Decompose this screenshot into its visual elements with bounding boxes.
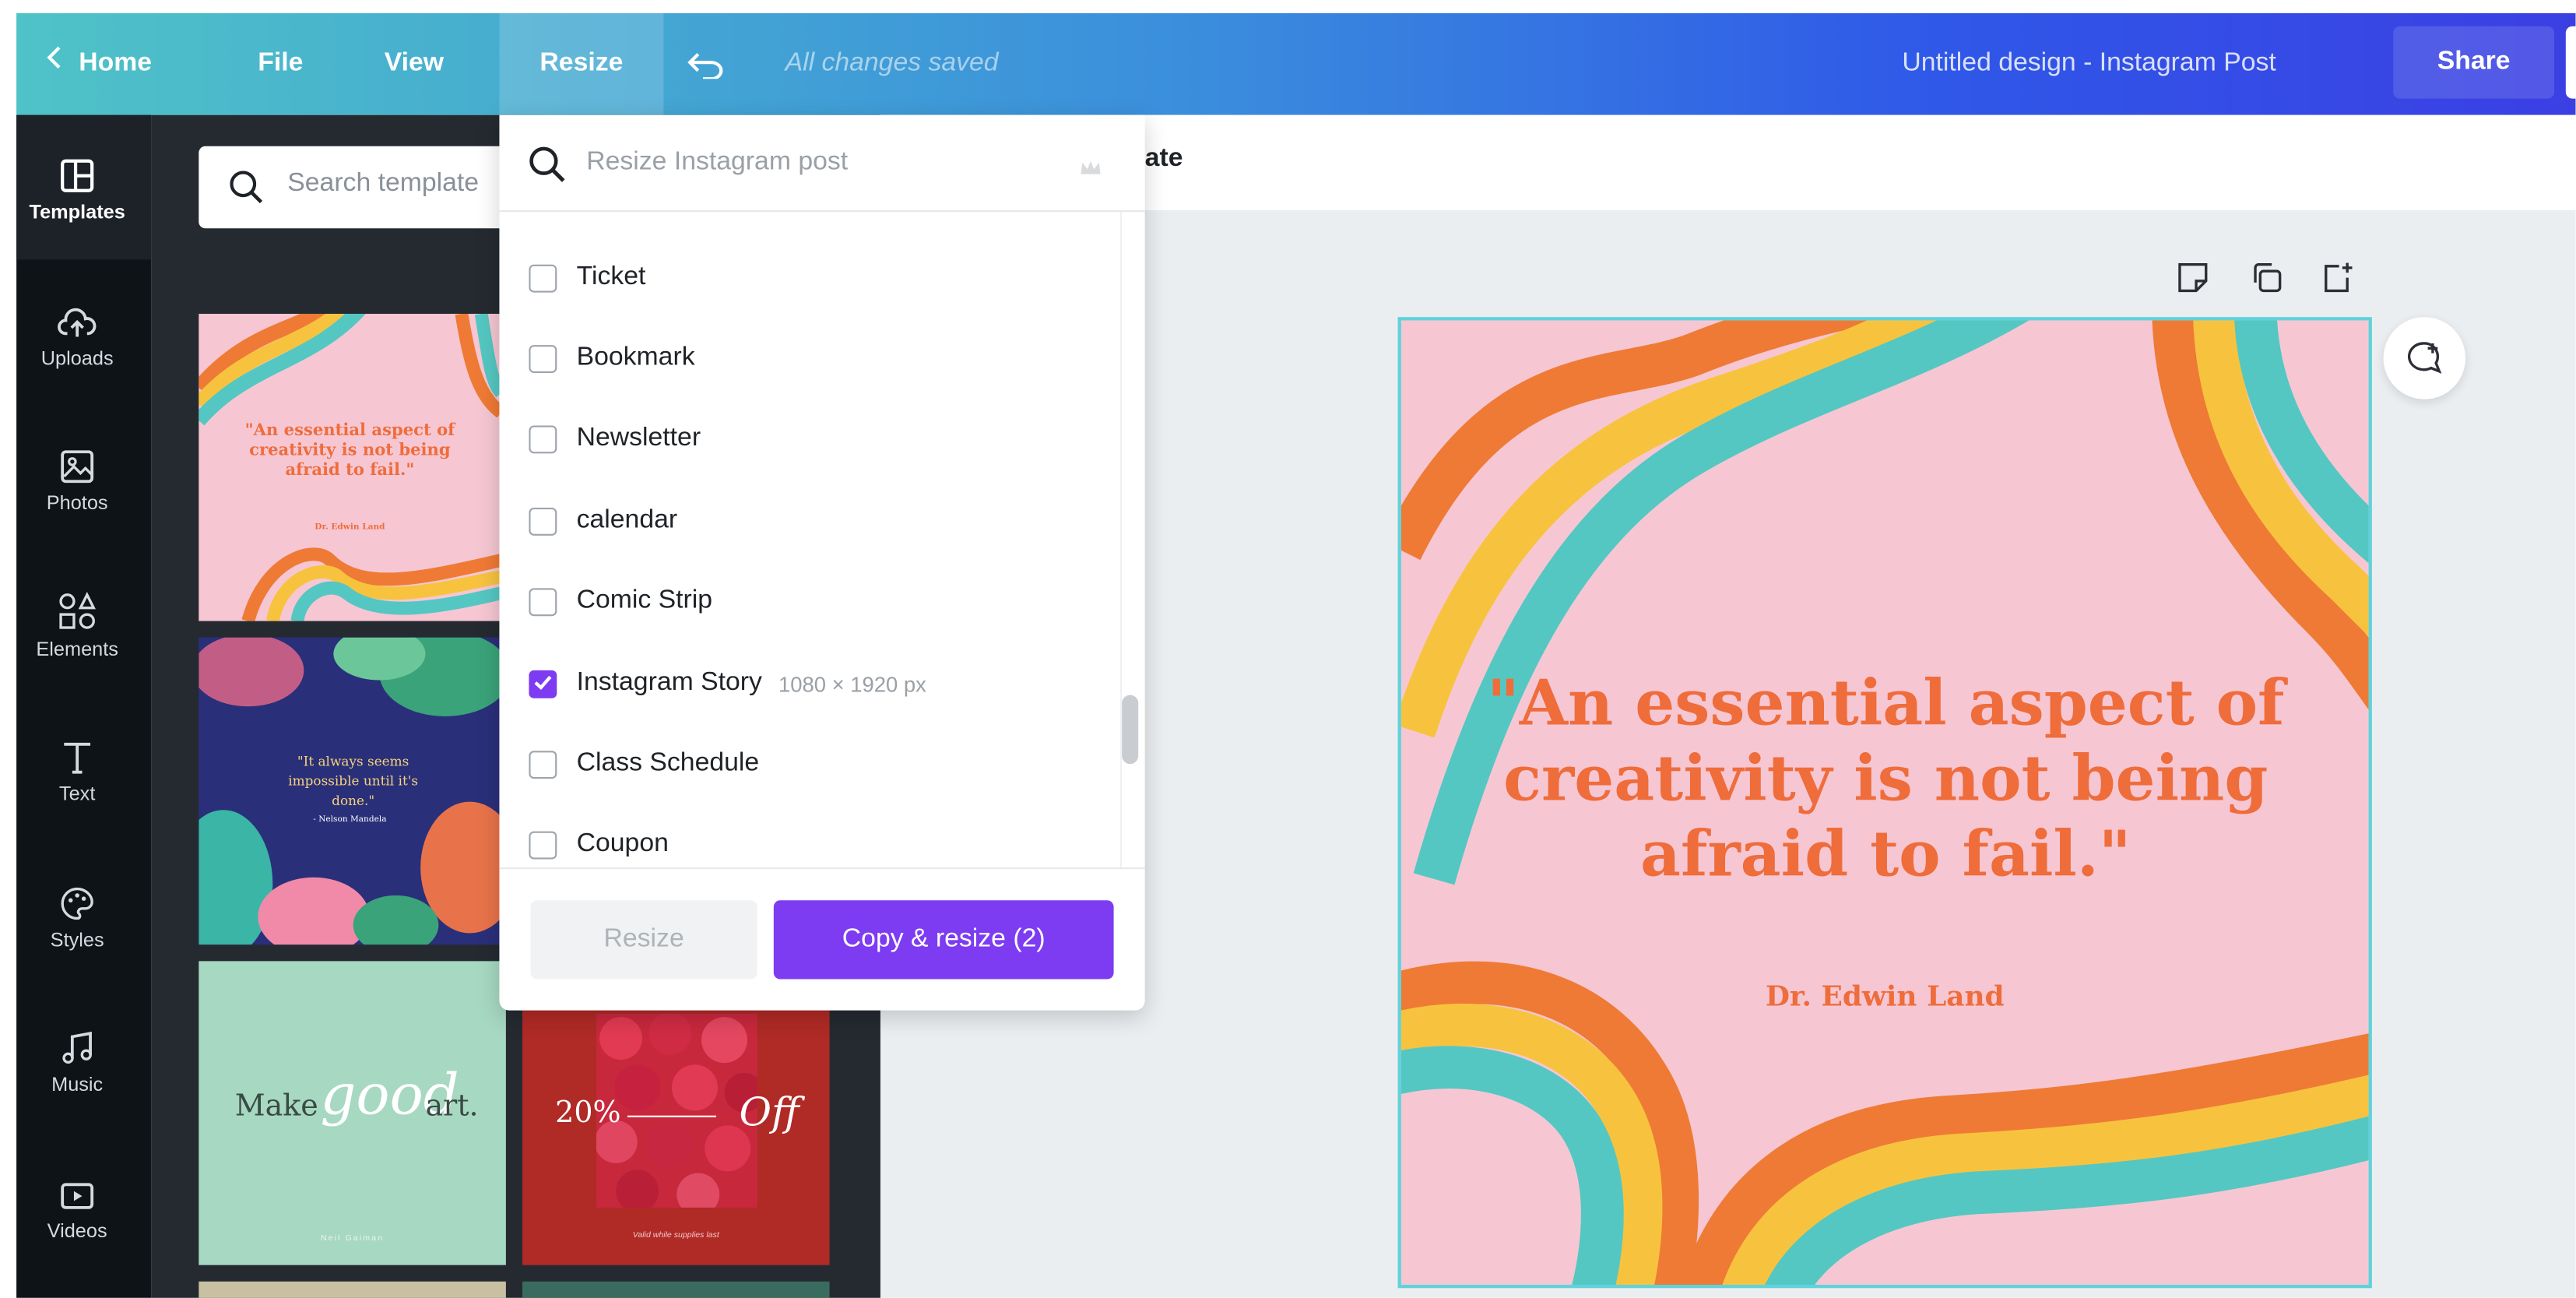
add-page-icon[interactable] xyxy=(2319,259,2355,304)
share-button[interactable]: Share xyxy=(2393,26,2555,99)
rail-label: Uploads xyxy=(40,346,114,370)
checkbox[interactable] xyxy=(529,424,557,453)
rail-music[interactable]: Music xyxy=(16,1017,138,1096)
add-note-icon[interactable] xyxy=(2175,259,2211,304)
thumb-text-right: art. xyxy=(425,1089,479,1124)
design-quote[interactable]: "An essential aspect of creativity is no… xyxy=(1467,666,2304,892)
rail-label: Templates xyxy=(29,200,125,223)
duplicate-page-icon[interactable] xyxy=(2249,259,2285,304)
video-icon xyxy=(16,1163,138,1212)
option-label: calendar xyxy=(576,505,678,534)
option-label: Comic Strip xyxy=(576,586,713,615)
option-label: Ticket xyxy=(576,262,646,291)
undo-icon[interactable] xyxy=(685,49,728,82)
resize-option[interactable]: Coupon xyxy=(529,825,669,864)
checkbox-checked[interactable] xyxy=(529,669,557,698)
checkbox[interactable] xyxy=(529,263,557,292)
thumb-quote: "An essential aspect of creativity is no… xyxy=(244,422,455,480)
rail-label: Elements xyxy=(36,637,118,661)
copy-and-resize-button[interactable]: Copy & resize (2) xyxy=(773,900,1114,980)
rail-label: Music xyxy=(51,1072,104,1096)
search-icon xyxy=(228,169,264,213)
palette-icon xyxy=(16,872,138,921)
thumb-text-left: 20% xyxy=(555,1096,621,1131)
rail-label: Photos xyxy=(46,491,108,515)
option-label: Instagram Story xyxy=(576,668,762,697)
resize-option[interactable]: Comic Strip xyxy=(529,582,712,621)
design-canvas[interactable]: "An essential aspect of creativity is no… xyxy=(1397,317,2372,1289)
home-button[interactable]: Home xyxy=(46,13,152,115)
checkmark-icon xyxy=(533,675,551,691)
crown-icon xyxy=(1079,154,1102,184)
upload-cloud-icon xyxy=(16,290,138,339)
template-thumbnail[interactable] xyxy=(522,1281,830,1298)
template-thumbnail[interactable]: "It always seems impossible until it's d… xyxy=(199,637,501,945)
rail-label: Styles xyxy=(50,928,104,952)
resize-button[interactable]: Resize xyxy=(530,900,757,980)
add-comment-button[interactable] xyxy=(2383,317,2466,399)
resize-option[interactable]: Instagram Story 1080 × 1920 px xyxy=(529,663,926,703)
rail-photos[interactable]: Photos xyxy=(16,435,138,514)
save-status: All changes saved xyxy=(785,49,999,78)
resize-option[interactable]: calendar xyxy=(529,501,677,541)
thumb-author: - Nelson Mandela xyxy=(313,814,387,825)
chevron-left-icon xyxy=(46,13,62,115)
resize-search-input[interactable]: Resize Instagram post xyxy=(586,148,848,178)
divider xyxy=(627,1115,716,1117)
rail-videos[interactable]: Videos xyxy=(16,1163,138,1242)
resize-menu[interactable]: Resize xyxy=(499,12,664,115)
checkbox[interactable] xyxy=(529,830,557,859)
rail-label: Text xyxy=(58,782,96,805)
download-button[interactable] xyxy=(2565,26,2576,99)
checkbox[interactable] xyxy=(529,750,557,779)
thumb-author: Neil Gaiman xyxy=(320,1233,385,1244)
toolbar-label[interactable]: ate xyxy=(1145,145,1183,174)
search-icon xyxy=(527,145,567,192)
resize-dropdown: Resize Instagram post Ticket Bookmark Ne… xyxy=(499,114,1145,1011)
rail-label: Videos xyxy=(47,1219,107,1243)
rail-elements[interactable]: Elements xyxy=(16,582,138,660)
resize-option[interactable]: Newsletter xyxy=(529,419,701,459)
text-icon xyxy=(16,726,138,776)
templates-icon xyxy=(16,145,138,194)
resize-option[interactable]: Ticket xyxy=(529,258,645,297)
home-label: Home xyxy=(79,49,153,78)
rail-styles[interactable]: Styles xyxy=(16,872,138,952)
option-label: Newsletter xyxy=(576,424,701,452)
checkbox[interactable] xyxy=(529,587,557,616)
file-menu[interactable]: File xyxy=(258,13,303,115)
template-thumbnail[interactable]: "An essential aspect of creativity is no… xyxy=(199,314,501,621)
rail-templates[interactable]: Templates xyxy=(16,145,138,223)
photos-icon xyxy=(16,435,138,484)
design-title[interactable]: Untitled design - Instagram Post xyxy=(1902,13,2276,115)
comment-plus-icon xyxy=(2405,339,2444,386)
option-label: Class Schedule xyxy=(576,749,760,778)
rail-uploads[interactable]: Uploads xyxy=(16,290,138,370)
checkbox[interactable] xyxy=(529,506,557,535)
music-icon xyxy=(16,1017,138,1066)
resize-option[interactable]: Bookmark xyxy=(529,339,695,378)
template-thumbnail[interactable] xyxy=(199,1281,506,1298)
rail-text[interactable]: Text xyxy=(16,726,138,805)
option-dimensions: 1080 × 1920 px xyxy=(778,670,926,696)
option-label: Bookmark xyxy=(576,343,695,371)
template-search-placeholder: Search template xyxy=(287,169,480,198)
thumb-text-left: Make xyxy=(234,1089,318,1124)
view-menu[interactable]: View xyxy=(385,13,444,115)
checkbox[interactable] xyxy=(529,344,557,372)
thumb-author: Dr. Edwin Land xyxy=(315,522,385,533)
template-thumbnail[interactable]: Make good art. Neil Gaiman xyxy=(199,961,506,1265)
divider xyxy=(499,867,1145,870)
scrollbar-thumb[interactable] xyxy=(1122,695,1139,765)
thumb-fineprint: Valid while supplies last xyxy=(632,1230,719,1241)
design-author[interactable]: Dr. Edwin Land xyxy=(1401,981,2369,1014)
scroll-track xyxy=(1120,212,1123,870)
top-bar: Home File View Resize All changes saved … xyxy=(16,12,2576,115)
option-label: Coupon xyxy=(576,829,669,858)
divider xyxy=(499,210,1145,213)
elements-icon xyxy=(16,582,138,631)
thumb-text-right: Off xyxy=(739,1089,800,1136)
thumb-quote: "It always seems impossible until it's d… xyxy=(288,754,419,809)
resize-option[interactable]: Class Schedule xyxy=(529,744,759,784)
